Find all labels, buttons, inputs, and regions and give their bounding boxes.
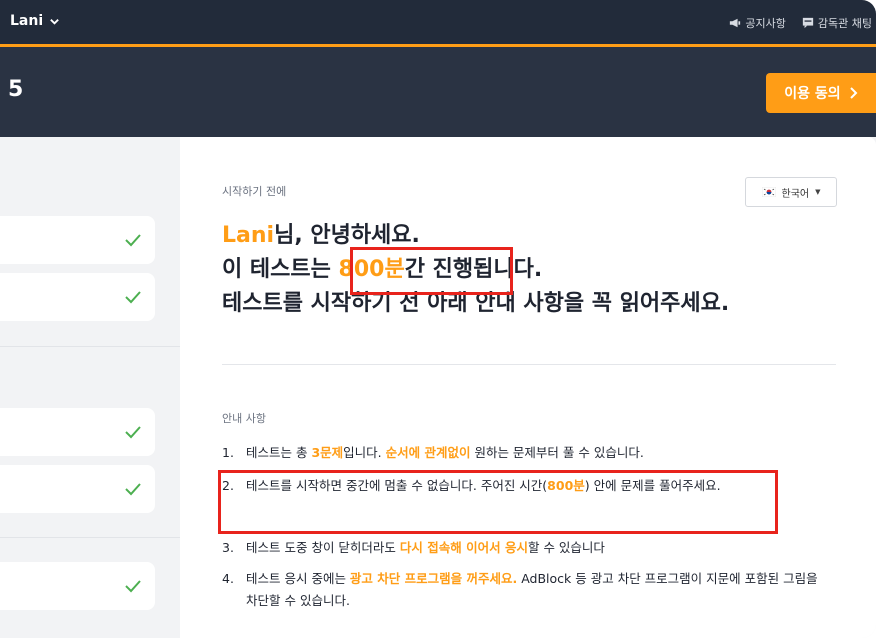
step-sidebar bbox=[0, 137, 180, 638]
chevron-right-icon bbox=[849, 87, 858, 99]
check-icon bbox=[125, 234, 141, 247]
notice-text-part: 입니다. bbox=[343, 445, 386, 460]
notice-item-4: 4. 테스트 응시 중에는 광고 차단 프로그램을 꺼주세요. AdBlock … bbox=[222, 568, 831, 612]
megaphone-icon bbox=[730, 18, 741, 28]
step-item[interactable] bbox=[0, 408, 155, 456]
sidebar-divider bbox=[0, 346, 180, 347]
app-window: Lani 공지사항 감독관 채팅 5 이용 동의 시작하기 전에 한국어 ▼ L… bbox=[0, 0, 876, 638]
notice-number: 3. bbox=[222, 540, 234, 555]
step-item[interactable] bbox=[0, 465, 155, 513]
notice-text: 테스트 응시 중에는 광고 차단 프로그램을 꺼주세요. AdBlock 등 광… bbox=[246, 568, 831, 612]
notice-text-part: 테스트 도중 창이 닫히더라도 bbox=[246, 540, 400, 555]
check-icon bbox=[125, 580, 141, 593]
sidebar-divider bbox=[0, 537, 180, 538]
user-menu[interactable]: Lani bbox=[10, 13, 60, 29]
notice-item-3: 3. 테스트 도중 창이 닫히더라도 다시 접속해 이어서 응시할 수 있습니다 bbox=[222, 537, 831, 559]
test-header: 5 이용 동의 bbox=[0, 47, 876, 137]
user-name: Lani bbox=[10, 13, 44, 29]
chat-icon bbox=[802, 17, 814, 29]
notice-emphasis: 3문제 bbox=[311, 445, 344, 460]
agree-button[interactable]: 이용 동의 bbox=[766, 73, 876, 113]
step-item[interactable] bbox=[0, 562, 155, 610]
notice-link[interactable]: 공지사항 bbox=[729, 15, 786, 31]
notice-text-part: 테스트는 총 bbox=[246, 445, 312, 460]
check-icon bbox=[125, 483, 141, 496]
chat-link-label: 감독관 채팅 bbox=[817, 17, 872, 30]
notice-text: 테스트 도중 창이 닫히더라도 다시 접속해 이어서 응시할 수 있습니다 bbox=[246, 537, 831, 559]
notice-item-1: 1. 테스트는 총 3문제입니다. 순서에 관계없이 원하는 문제부터 풀 수 … bbox=[222, 442, 831, 464]
step-item[interactable] bbox=[0, 216, 155, 264]
notice-text: 테스트는 총 3문제입니다. 순서에 관계없이 원하는 문제부터 풀 수 있습니… bbox=[246, 442, 831, 464]
notice-emphasis: 순서에 관계없이 bbox=[385, 445, 471, 460]
notice-emphasis: 광고 차단 프로그램을 꺼주세요. bbox=[349, 571, 518, 586]
agree-button-label: 이용 동의 bbox=[784, 86, 841, 102]
caret-down-icon: ▼ bbox=[815, 188, 821, 196]
notice-label: 안내 사항 bbox=[222, 412, 266, 425]
before-start-label: 시작하기 전에 bbox=[222, 185, 287, 198]
test-title: 5 bbox=[8, 77, 24, 102]
check-icon bbox=[125, 426, 141, 439]
notice-number: 1. bbox=[222, 445, 234, 460]
language-select[interactable]: 한국어 ▼ bbox=[745, 177, 837, 207]
top-bar: Lani 공지사항 감독관 채팅 bbox=[0, 0, 876, 44]
notice-emphasis: 다시 접속해 이어서 응시 bbox=[399, 540, 528, 555]
chat-link[interactable]: 감독관 채팅 bbox=[802, 15, 872, 31]
notice-text-part: 원하는 문제부터 풀 수 있습니다. bbox=[470, 445, 644, 460]
greeting-line-1-text: 님, 안녕하세요. bbox=[274, 223, 420, 248]
notice-number: 4. bbox=[222, 571, 234, 586]
highlight-box-duration bbox=[350, 247, 513, 295]
notice-text-part: 테스트 응시 중에는 bbox=[246, 571, 350, 586]
step-item[interactable] bbox=[0, 273, 155, 321]
notice-link-label: 공지사항 bbox=[745, 17, 786, 30]
chevron-down-icon bbox=[50, 18, 59, 25]
section-divider bbox=[222, 364, 836, 365]
highlight-box-notice-2 bbox=[218, 470, 778, 534]
greeting-line-2-prefix: 이 테스트는 bbox=[222, 257, 339, 282]
greeting-user-name: Lani bbox=[222, 223, 275, 248]
top-links: 공지사항 감독관 채팅 bbox=[729, 15, 872, 31]
check-icon bbox=[125, 291, 141, 304]
language-label: 한국어 bbox=[781, 188, 810, 200]
main-panel: 시작하기 전에 한국어 ▼ Lani님, 안녕하세요. 이 테스트는 800분간… bbox=[180, 137, 876, 638]
korea-flag-icon bbox=[761, 187, 776, 197]
notice-text-part: 할 수 있습니다 bbox=[527, 540, 605, 555]
